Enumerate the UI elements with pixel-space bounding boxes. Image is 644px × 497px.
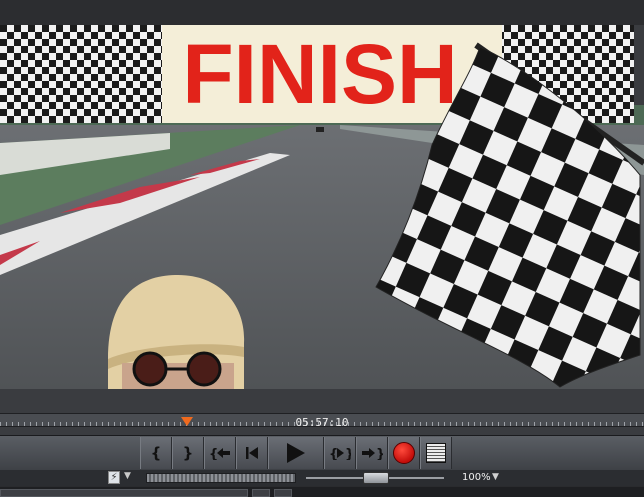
svg-text:}: } xyxy=(376,447,383,460)
finish-banner-text: FINISH xyxy=(182,27,457,121)
svg-text:{: { xyxy=(209,447,218,460)
snap-dropdown-caret[interactable]: ▼ xyxy=(124,471,131,481)
top-strip xyxy=(0,0,644,25)
go-to-mark-in-icon: { xyxy=(209,447,230,460)
distant-car xyxy=(316,127,324,132)
list-icon xyxy=(426,443,446,463)
play-button[interactable] xyxy=(268,437,324,469)
skip-to-start-button[interactable] xyxy=(236,437,268,469)
status-segment xyxy=(252,489,270,497)
mark-out-button[interactable]: } xyxy=(172,437,204,469)
zoom-level[interactable]: 100% xyxy=(462,472,491,483)
video-preview: FINISH xyxy=(0,25,644,389)
svg-text:{: { xyxy=(329,447,338,460)
list-button[interactable] xyxy=(420,437,452,469)
status-strip xyxy=(0,487,644,497)
skip-to-end-button[interactable]: } xyxy=(356,437,388,469)
transport-controls: { } { { } xyxy=(140,437,452,469)
go-to-mark-out-icon: { } xyxy=(329,447,351,460)
go-to-mark-out-button[interactable]: { } xyxy=(324,437,356,469)
timecode: 05:57:10 xyxy=(295,416,349,429)
mark-in-button[interactable]: { xyxy=(140,437,172,469)
skip-to-end-icon: } xyxy=(362,447,383,460)
status-segment xyxy=(274,489,292,497)
mark-in-icon: { xyxy=(150,444,162,462)
transport-bar: { } { { } xyxy=(0,435,644,471)
scrub-bar[interactable] xyxy=(146,473,296,483)
play-icon xyxy=(287,443,305,463)
zoom-dropdown-caret[interactable]: ▼ xyxy=(492,472,499,482)
svg-text:}: } xyxy=(345,447,351,460)
go-to-mark-in-button[interactable]: { xyxy=(204,437,236,469)
record-icon xyxy=(393,442,415,464)
record-button[interactable] xyxy=(388,437,420,469)
status-segment xyxy=(0,489,248,497)
video-frame: FINISH xyxy=(0,25,644,389)
mark-out-icon: } xyxy=(182,444,194,462)
zoom-slider-thumb[interactable] xyxy=(363,472,389,484)
skip-to-start-icon xyxy=(246,447,258,459)
lightning-icon[interactable]: ⚡ xyxy=(108,471,120,484)
